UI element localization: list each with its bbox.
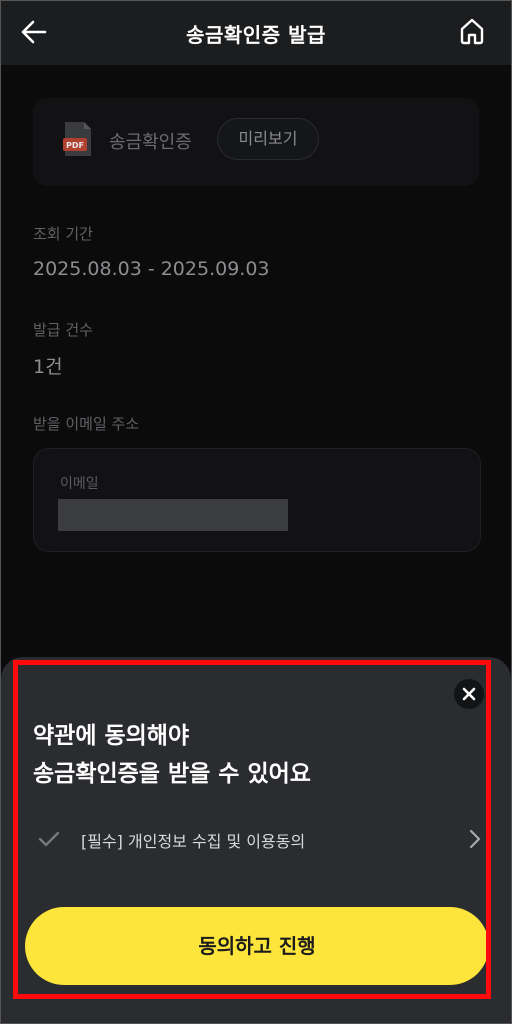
check-icon (38, 831, 60, 847)
email-section-label: 받을 이메일 주소 (33, 415, 140, 433)
email-field-label: 이메일 (60, 476, 99, 492)
email-field: 이메일 (33, 448, 481, 552)
close-button[interactable] (454, 679, 484, 709)
preview-button[interactable]: 미리보기 (217, 118, 319, 160)
agreement-label: [필수] 개인정보 수집 및 이용동의 (81, 832, 306, 851)
chevron-right-icon (469, 829, 481, 849)
pdf-badge-text: PDF (66, 141, 84, 150)
document-card: PDF 송금확인증 미리보기 (33, 98, 479, 186)
top-app-bar: 송금확인증 발급 (1, 1, 511, 65)
home-button[interactable] (459, 17, 493, 51)
period-value: 2025.08.03 - 2025.09.03 (33, 258, 270, 280)
pdf-icon: PDF (63, 122, 91, 156)
home-icon (460, 18, 484, 45)
sheet-title-line1: 약관에 동의해야 (33, 723, 190, 749)
close-icon (462, 687, 476, 701)
count-label: 발급 건수 (33, 321, 93, 339)
count-value: 1건 (33, 356, 63, 378)
sheet-title: 약관에 동의해야 송금확인증을 받을 수 있어요 (33, 717, 311, 793)
app-screen: 송금확인증 발급 PDF 송금확인증 미리보기 조회 기간 2025.08.03… (0, 0, 512, 1024)
sheet-title-line2: 송금확인증을 받을 수 있어요 (33, 761, 311, 787)
email-input[interactable] (58, 499, 288, 531)
period-label: 조회 기간 (33, 225, 93, 243)
document-label: 송금확인증 (109, 132, 192, 153)
agree-and-proceed-button[interactable]: 동의하고 진행 (25, 907, 489, 985)
page-title: 송금확인증 발급 (186, 23, 326, 47)
agreement-item[interactable]: [필수] 개인정보 수집 및 이용동의 (25, 817, 487, 861)
